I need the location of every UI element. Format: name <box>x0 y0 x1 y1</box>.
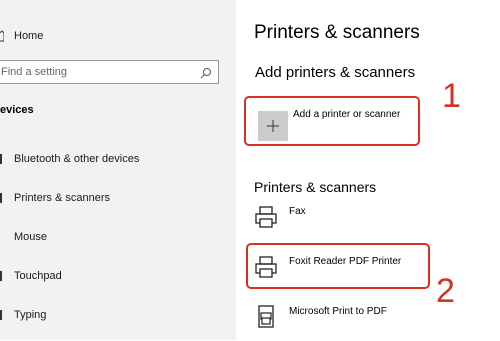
printer-icon <box>254 205 278 229</box>
keyboard-icon <box>0 309 4 321</box>
printer-nav-icon <box>0 192 4 204</box>
pdf-printer-icon <box>254 305 278 329</box>
sidebar-item-label: Touchpad <box>14 270 62 282</box>
sidebar-item-label: Mouse <box>14 231 48 243</box>
bluetooth-icon <box>0 153 4 165</box>
search-icon[interactable] <box>200 66 212 79</box>
sidebar: Home evices Bluetooth & other devices Pr… <box>0 0 236 340</box>
printers-list-title: Printers & scanners <box>254 179 377 195</box>
home-icon <box>0 30 4 42</box>
page-title: Printers & scanners <box>254 22 420 43</box>
touchpad-icon <box>0 270 4 282</box>
printer-name: Microsoft Print to PDF <box>289 306 387 317</box>
sidebar-item-label: Bluetooth & other devices <box>14 153 140 165</box>
printer-item-microsoft-pdf[interactable]: Microsoft Print to PDF <box>254 305 454 341</box>
search-field[interactable] <box>0 60 219 84</box>
printer-name: Fax <box>289 206 306 217</box>
sidebar-item-label: Typing <box>14 309 47 321</box>
main-panel: Printers & scanners Add printers & scann… <box>236 0 500 340</box>
highlight-box-add-printer <box>244 96 420 146</box>
section-heading-devices: evices <box>0 104 34 116</box>
highlight-box-foxit-printer <box>246 243 430 289</box>
sidebar-item-label: Home <box>14 30 44 42</box>
sidebar-item-mouse[interactable]: Mouse <box>0 224 220 250</box>
sidebar-item-touchpad[interactable]: Touchpad <box>0 263 220 289</box>
printer-item-fax[interactable]: Fax <box>254 205 454 241</box>
sidebar-item-typing[interactable]: Typing <box>0 302 220 328</box>
search-input[interactable] <box>0 61 191 83</box>
sidebar-item-label: Printers & scanners <box>14 192 110 204</box>
step-number-1: 1 <box>442 77 461 115</box>
sidebar-item-home[interactable]: Home <box>0 23 220 49</box>
mouse-icon <box>0 231 4 243</box>
add-section-title: Add printers & scanners <box>255 64 416 81</box>
sidebar-item-bluetooth[interactable]: Bluetooth & other devices <box>0 146 220 172</box>
sidebar-item-printers[interactable]: Printers & scanners <box>0 185 220 211</box>
